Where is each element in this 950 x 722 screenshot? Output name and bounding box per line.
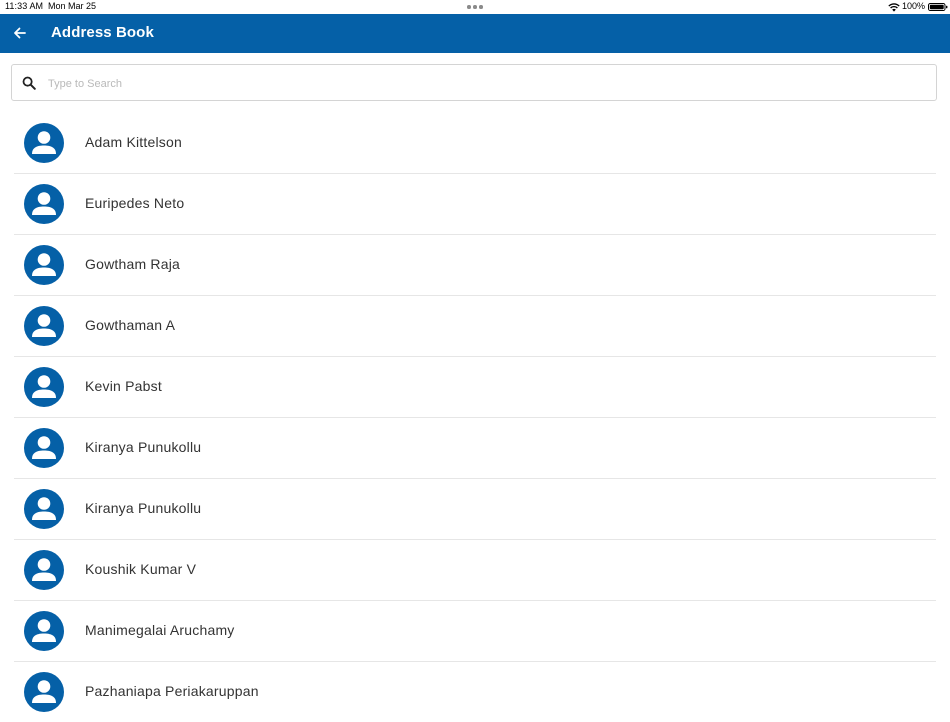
search-input[interactable]: [46, 73, 910, 95]
contact-name: Kiranya Punukollu: [85, 500, 202, 516]
contact-item[interactable]: Kevin Pabst: [14, 357, 936, 418]
status-bar: 11:33 AM Mon Mar 25 100%: [0, 0, 950, 14]
avatar-icon: [24, 672, 64, 712]
contact-name: Pazhaniapa Periakaruppan: [85, 683, 259, 699]
avatar-icon: [24, 611, 64, 651]
avatar-icon: [24, 428, 64, 468]
contact-item[interactable]: Gowtham Raja: [14, 235, 936, 296]
contact-item[interactable]: Kiranya Punukollu: [14, 479, 936, 540]
contact-item[interactable]: Gowthaman A: [14, 296, 936, 357]
avatar-icon: [24, 550, 64, 590]
avatar-icon: [24, 306, 64, 346]
contact-name: Adam Kittelson: [85, 134, 182, 150]
battery-icon: [928, 3, 948, 11]
multitasking-dots-icon[interactable]: [467, 5, 483, 9]
status-time: 11:33 AM: [5, 1, 44, 11]
contact-name: Gowtham Raja: [85, 256, 180, 272]
contact-item[interactable]: Manimegalai Aruchamy: [14, 601, 936, 662]
contact-name: Gowthaman A: [85, 317, 176, 333]
contact-name: Kevin Pabst: [85, 378, 162, 394]
contact-name: Manimegalai Aruchamy: [85, 622, 235, 638]
contact-list: Adam Kittelson Euripedes Neto Gowtham Ra…: [14, 113, 936, 722]
wifi-icon: [888, 3, 900, 12]
battery-percent: 100%: [902, 1, 926, 11]
avatar-icon: [24, 184, 64, 224]
contact-name: Euripedes Neto: [85, 195, 185, 211]
search-icon: [22, 76, 36, 90]
back-button[interactable]: [10, 22, 30, 44]
contact-item[interactable]: Euripedes Neto: [14, 174, 936, 235]
contact-item[interactable]: Pazhaniapa Periakaruppan: [14, 662, 936, 722]
app-bar: Address Book: [0, 14, 950, 53]
avatar-icon: [24, 367, 64, 407]
contact-name: Koushik Kumar V: [85, 561, 197, 577]
contact-name: Kiranya Punukollu: [85, 439, 202, 455]
avatar-icon: [24, 245, 64, 285]
arrow-back-icon: [14, 27, 26, 39]
search-box[interactable]: [11, 64, 937, 101]
status-date: Mon Mar 25: [48, 1, 97, 11]
avatar-icon: [24, 489, 64, 529]
avatar-icon: [24, 123, 64, 163]
contact-item[interactable]: Kiranya Punukollu: [14, 418, 936, 479]
contact-item[interactable]: Koushik Kumar V: [14, 540, 936, 601]
page-title: Address Book: [51, 24, 154, 41]
contact-item[interactable]: Adam Kittelson: [14, 113, 936, 174]
